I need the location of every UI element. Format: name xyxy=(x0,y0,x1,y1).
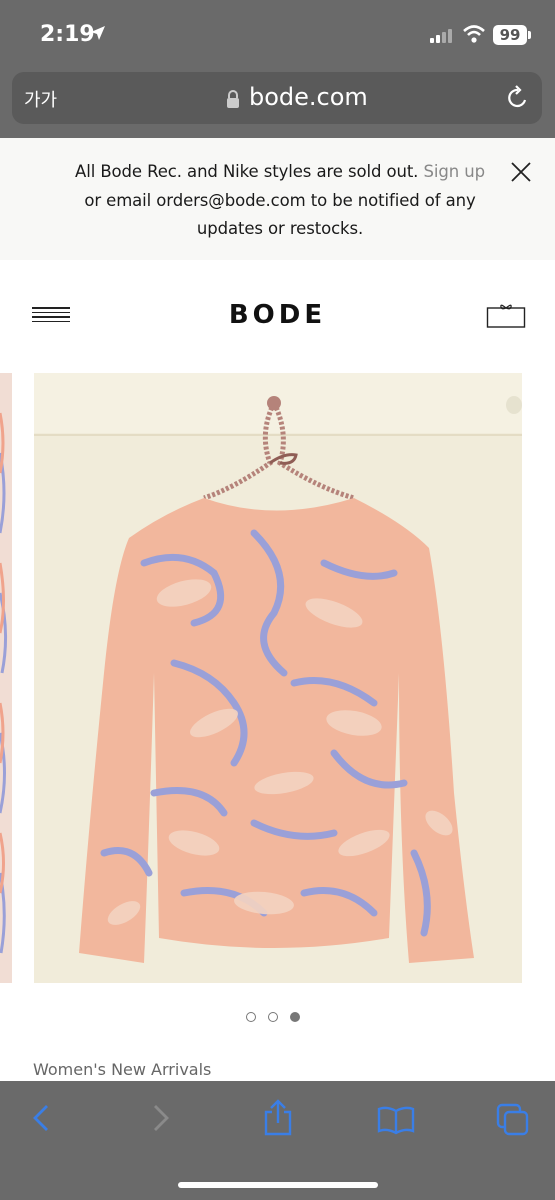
home-indicator xyxy=(178,1182,378,1188)
carousel-dot-2[interactable] xyxy=(268,1012,278,1022)
location-arrow-icon xyxy=(91,26,105,40)
browser-address-area: 가가 bode.com xyxy=(0,72,555,138)
status-time: 2:19 xyxy=(40,22,95,47)
bookmarks-icon[interactable] xyxy=(377,1105,415,1135)
carousel-dot-1[interactable] xyxy=(246,1012,256,1022)
tabs-icon[interactable] xyxy=(496,1103,530,1137)
forward-arrow-icon[interactable] xyxy=(150,1103,172,1133)
reload-icon[interactable] xyxy=(506,85,530,111)
banner-message: All Bode Rec. and Nike styles are sold o… xyxy=(70,158,490,244)
wifi-icon xyxy=(463,25,485,43)
banner-message-part1: All Bode Rec. and Nike styles are sold o… xyxy=(75,162,419,181)
sign-up-link[interactable]: Sign up xyxy=(423,162,485,181)
product-image[interactable] xyxy=(34,373,522,983)
shopping-box-icon[interactable] xyxy=(486,303,526,329)
back-arrow-icon[interactable] xyxy=(30,1103,52,1133)
status-bar: 2:19 99 xyxy=(0,0,555,72)
battery-indicator: 99 xyxy=(493,25,527,45)
section-label[interactable]: Women's New Arrivals xyxy=(33,1060,211,1079)
address-bar[interactable]: 가가 bode.com xyxy=(12,72,542,124)
announcement-banner: All Bode Rec. and Nike styles are sold o… xyxy=(0,138,555,260)
carousel-dot-3[interactable] xyxy=(290,1012,300,1022)
lock-icon xyxy=(227,90,239,108)
url-text: bode.com xyxy=(249,83,368,111)
previous-slide-peek[interactable] xyxy=(0,373,12,983)
close-icon[interactable] xyxy=(509,160,533,184)
battery-tip xyxy=(528,31,531,39)
share-icon[interactable] xyxy=(262,1099,294,1137)
site-logo[interactable]: BODE xyxy=(0,300,555,330)
text-size-button[interactable]: 가가 xyxy=(24,86,57,112)
cellular-signal-icon xyxy=(430,27,456,43)
banner-message-part2: or email orders@bode.com to be notified … xyxy=(84,190,476,239)
